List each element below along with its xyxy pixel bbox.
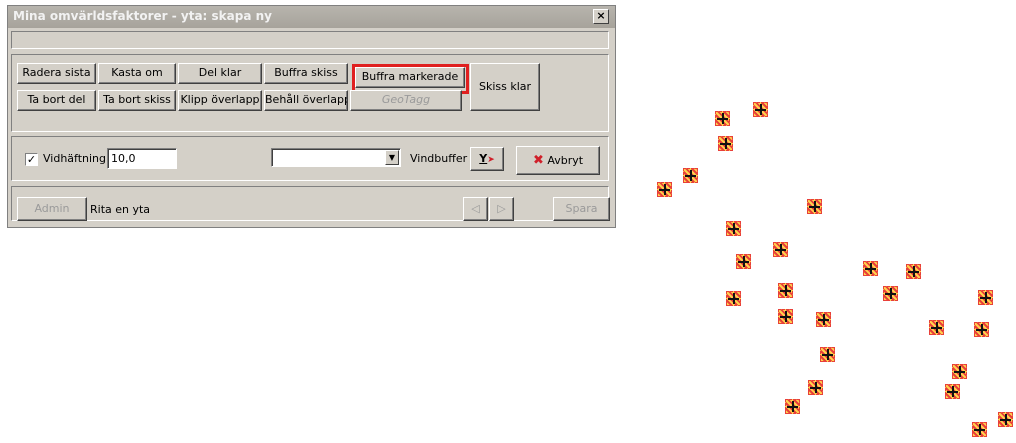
- point-marker-icon[interactable]: [863, 261, 878, 276]
- buffra-skiss-button[interactable]: Buffra skiss: [264, 63, 348, 84]
- point-marker-icon[interactable]: [906, 264, 921, 279]
- save-button[interactable]: Spara: [553, 197, 610, 221]
- point-marker-icon[interactable]: [657, 182, 672, 197]
- cancel-button[interactable]: ✖ Avbryt: [516, 146, 600, 175]
- point-marker-icon[interactable]: [683, 168, 698, 183]
- snap-tolerance-input[interactable]: 10,0: [107, 148, 177, 169]
- radera-sista-button[interactable]: Radera sista: [17, 63, 96, 84]
- point-marker-icon[interactable]: [778, 283, 793, 298]
- point-marker-icon[interactable]: [816, 312, 831, 327]
- next-button[interactable]: ▷: [489, 197, 514, 221]
- behall-overlapp-button[interactable]: Behåll överlapp: [264, 90, 348, 111]
- point-marker-icon[interactable]: [807, 199, 822, 214]
- cancel-icon: ✖: [532, 153, 544, 168]
- windbuffer-label: Vindbuffer: [410, 152, 468, 165]
- klipp-overlapp-button[interactable]: Klipp överlapp: [178, 90, 262, 111]
- info-strip: [11, 31, 609, 49]
- geotagg-button[interactable]: GeoTagg: [350, 90, 462, 111]
- title-bar[interactable]: Mina omvärldsfaktorer - yta: skapa ny ×: [8, 6, 615, 28]
- skiss-klar-button[interactable]: Skiss klar: [470, 63, 540, 111]
- point-marker-icon[interactable]: [726, 221, 741, 236]
- buffer-dropdown[interactable]: ▼: [271, 148, 401, 167]
- point-marker-icon[interactable]: [945, 384, 960, 399]
- admin-button[interactable]: Admin: [17, 197, 87, 221]
- point-marker-icon[interactable]: [753, 102, 768, 117]
- point-marker-icon[interactable]: [736, 254, 751, 269]
- back-arrow-icon: ◁: [471, 202, 480, 215]
- status-text: Rita en yta: [90, 203, 151, 216]
- kasta-om-button[interactable]: Kasta om: [98, 63, 176, 84]
- point-marker-icon[interactable]: [998, 412, 1013, 427]
- point-marker-icon[interactable]: [978, 290, 993, 305]
- point-marker-icon[interactable]: [808, 380, 823, 395]
- ta-bort-skiss-button[interactable]: Ta bort skiss: [98, 90, 176, 111]
- cancel-label: Avbryt: [547, 154, 584, 167]
- sketch-dialog: Mina omvärldsfaktorer - yta: skapa ny × …: [7, 5, 616, 228]
- point-marker-icon[interactable]: [883, 286, 898, 301]
- map-canvas[interactable]: [640, 0, 1016, 443]
- del-klar-button[interactable]: Del klar: [178, 63, 262, 84]
- ta-bort-del-button[interactable]: Ta bort del: [17, 90, 96, 111]
- chevron-down-icon[interactable]: ▼: [385, 150, 399, 165]
- windbuffer-button[interactable]: Y➤: [470, 147, 504, 171]
- forward-arrow-icon: ▷: [497, 202, 506, 215]
- snap-label: Vidhäftning: [43, 152, 107, 165]
- point-marker-icon[interactable]: [972, 422, 987, 437]
- close-button[interactable]: ×: [593, 9, 609, 24]
- point-marker-icon[interactable]: [726, 291, 741, 306]
- point-marker-icon[interactable]: [785, 399, 800, 414]
- point-marker-icon[interactable]: [715, 111, 730, 126]
- point-marker-icon[interactable]: [952, 364, 967, 379]
- point-marker-icon[interactable]: [778, 309, 793, 324]
- snap-checkbox[interactable]: ✓: [25, 153, 38, 166]
- point-marker-icon[interactable]: [929, 320, 944, 335]
- point-marker-icon[interactable]: [718, 136, 733, 151]
- window-title: Mina omvärldsfaktorer - yta: skapa ny: [13, 9, 272, 23]
- point-marker-icon[interactable]: [974, 322, 989, 337]
- point-marker-icon[interactable]: [820, 347, 835, 362]
- point-marker-icon[interactable]: [773, 242, 788, 257]
- wind-cursor-icon: Y: [479, 152, 488, 165]
- prev-button[interactable]: ◁: [463, 197, 488, 221]
